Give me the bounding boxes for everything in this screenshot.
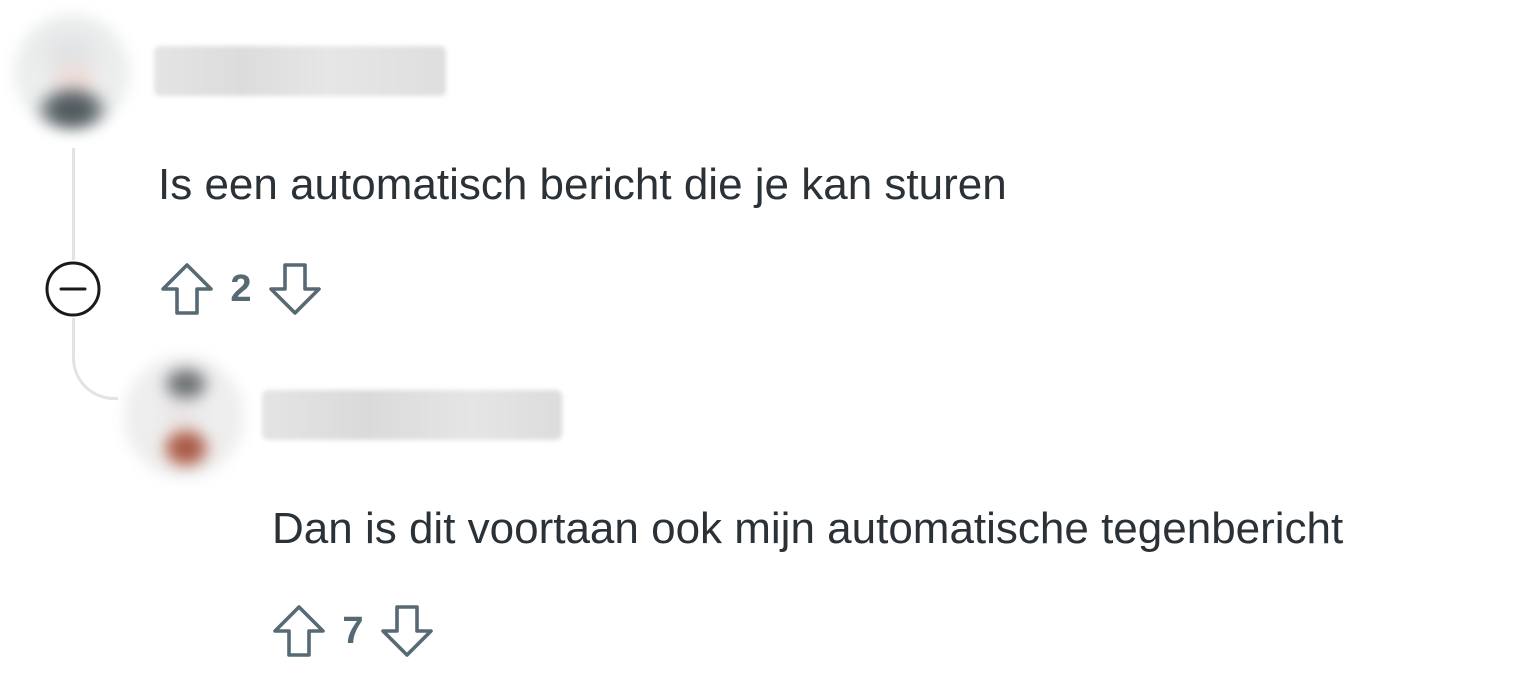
avatar[interactable] [14, 14, 130, 130]
vote-bar: 7 [270, 602, 436, 660]
vote-count: 7 [342, 609, 364, 652]
collapse-thread-button[interactable] [44, 260, 102, 318]
vote-bar: 2 [158, 260, 324, 318]
minus-circle-icon [45, 261, 101, 317]
username-redacted[interactable] [154, 46, 446, 96]
comment-body: Is een automatisch bericht die je kan st… [158, 160, 1007, 209]
vote-count: 2 [230, 267, 252, 310]
reply-connector-line [72, 318, 118, 400]
upvote-button[interactable] [270, 602, 328, 660]
downvote-button[interactable] [266, 260, 324, 318]
arrow-down-icon [381, 605, 433, 657]
avatar[interactable] [124, 356, 244, 478]
arrow-up-icon [161, 263, 213, 315]
downvote-button[interactable] [378, 602, 436, 660]
arrow-down-icon [269, 263, 321, 315]
comment-body: Dan is dit voortaan ook mijn automatisch… [272, 504, 1344, 553]
upvote-button[interactable] [158, 260, 216, 318]
arrow-up-icon [273, 605, 325, 657]
username-redacted[interactable] [262, 390, 562, 440]
thread-line[interactable] [72, 148, 75, 260]
